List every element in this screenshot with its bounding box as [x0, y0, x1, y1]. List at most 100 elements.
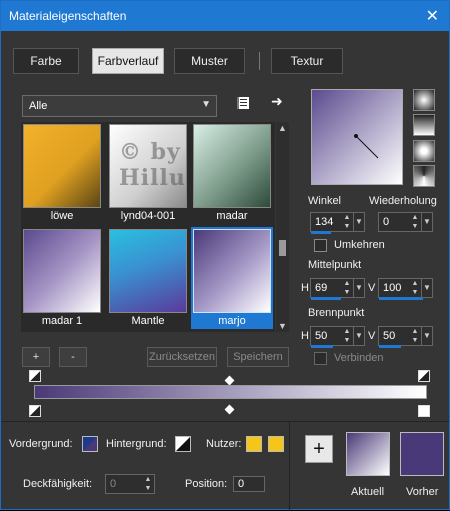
scrollbar-thumb[interactable]: [279, 240, 286, 256]
background-label: Hintergrund:: [106, 438, 167, 450]
end-color-stop[interactable]: [418, 405, 430, 417]
spin-arrows-icon[interactable]: ▲ ▼: [409, 327, 421, 345]
current-label: Aktuell: [351, 486, 385, 498]
chevron-down-icon[interactable]: ▼: [353, 212, 365, 232]
tab-bar: Farbe Farbverlauf Muster Textur: [13, 48, 439, 74]
start-color-stop[interactable]: [29, 405, 41, 417]
center-label: Mittelpunkt: [308, 259, 362, 271]
center-h-label: H: [301, 282, 309, 294]
tile-label: marjo: [218, 315, 246, 327]
radial-style-button[interactable]: [413, 140, 435, 162]
spin-arrows-icon[interactable]: ▲ ▼: [341, 279, 353, 297]
end-color-stop-top[interactable]: [418, 370, 430, 382]
chevron-down-icon[interactable]: ▼: [421, 278, 433, 298]
linear-style-button[interactable]: [413, 89, 435, 111]
gradient-tile-marjo[interactable]: marjo: [191, 227, 273, 329]
tile-swatch: [193, 124, 271, 208]
center-h-input[interactable]: 69 ▲ ▼: [310, 278, 354, 300]
start-color-stop-top[interactable]: [29, 370, 41, 382]
focal-v-value: 50: [383, 330, 396, 342]
current-swatch: [346, 432, 390, 476]
previous-swatch[interactable]: [400, 432, 444, 476]
chevron-down-icon[interactable]: ▼: [421, 212, 433, 232]
gradient-tile-loewe[interactable]: löwe: [21, 122, 103, 224]
reset-button[interactable]: Zurücksetzen: [147, 347, 217, 367]
gradient-editor-bar[interactable]: [34, 385, 427, 399]
user-label: Nutzer:: [206, 438, 242, 450]
window-title: Materialeigenschaften: [9, 9, 127, 23]
category-value: Alle: [29, 100, 48, 112]
tab-farbe[interactable]: Farbe: [13, 48, 79, 74]
previous-label: Vorher: [406, 486, 439, 498]
close-icon[interactable]: ✕: [426, 6, 439, 26]
center-h-value: 69: [315, 282, 328, 294]
focal-label: Brennpunkt: [308, 307, 365, 319]
position-value: 0: [238, 478, 245, 490]
chevron-up-icon[interactable]: ▲: [276, 122, 289, 134]
position-input[interactable]: 0: [233, 476, 265, 492]
rectangular-style-button[interactable]: [413, 114, 435, 136]
spin-arrows-icon[interactable]: ▲ ▼: [341, 327, 353, 345]
link-label: Verbinden: [334, 352, 384, 364]
gradient-preview[interactable]: [311, 89, 403, 185]
background-swatch[interactable]: [175, 436, 191, 452]
link-checkbox[interactable]: [314, 352, 327, 365]
chevron-down-icon[interactable]: ▼: [353, 278, 365, 298]
tile-swatch: [193, 229, 271, 313]
value-bar: [311, 231, 331, 234]
add-to-library-button[interactable]: +: [305, 435, 333, 463]
divider: [1, 421, 449, 422]
category-select[interactable]: Alle ▼: [22, 95, 217, 117]
tile-label: madar: [216, 210, 248, 222]
tile-swatch: [23, 229, 101, 313]
add-gradient-button[interactable]: +: [22, 347, 50, 367]
foreground-swatch[interactable]: [82, 436, 98, 452]
angle-input[interactable]: 134 ▲ ▼: [310, 212, 354, 234]
tile-swatch: [23, 124, 101, 208]
midpoint-diamond[interactable]: [224, 404, 235, 415]
tab-muster[interactable]: Muster: [174, 48, 245, 74]
midpoint-diamond[interactable]: [224, 375, 235, 386]
opacity-value: 0: [110, 478, 117, 490]
materials-dialog: Materialeigenschaften ✕ Farbe Farbverlau…: [0, 0, 450, 511]
gradient-tile-madar-1[interactable]: madar 1: [21, 227, 103, 329]
tile-label: madar 1: [41, 315, 83, 327]
book-icon[interactable]: [235, 95, 251, 114]
remove-gradient-button[interactable]: -: [59, 347, 87, 367]
center-v-value: 100: [383, 282, 402, 294]
sunburst-style-button[interactable]: [413, 165, 435, 187]
repeat-input[interactable]: 0 ▲ ▼: [378, 212, 422, 232]
watermark-line: Hillu: [119, 165, 186, 191]
chevron-down-icon[interactable]: ▼: [353, 326, 365, 346]
spin-arrows-icon[interactable]: ▲ ▼: [341, 213, 353, 231]
position-label: Position:: [185, 478, 228, 490]
opacity-input[interactable]: 0 ▲ ▼: [105, 474, 155, 494]
spin-arrows-icon[interactable]: ▲ ▼: [409, 213, 421, 231]
library-scrollbar[interactable]: ▲ ▼: [276, 122, 289, 332]
spin-arrows-icon[interactable]: ▲ ▼: [142, 475, 154, 493]
focal-h-value: 50: [315, 330, 328, 342]
invert-checkbox[interactable]: [314, 239, 327, 252]
center-v-input[interactable]: 100 ▲ ▼: [378, 278, 423, 300]
user-swatch-2[interactable]: [268, 436, 284, 452]
center-v-label: V: [368, 282, 376, 294]
tab-farbverlauf[interactable]: Farbverlauf: [92, 48, 164, 74]
gradient-tile-mantle[interactable]: Mantle: [107, 227, 189, 329]
save-button[interactable]: Speichern: [227, 347, 289, 367]
focal-v-label: V: [368, 330, 376, 342]
watermark: © by Hillu: [119, 139, 186, 191]
chevron-down-icon[interactable]: ▼: [276, 320, 289, 332]
spin-arrows-icon[interactable]: ▲ ▼: [409, 279, 421, 297]
invert-label: Umkehren: [334, 239, 385, 251]
angle-value: 134: [315, 216, 334, 228]
user-swatch-1[interactable]: [246, 436, 262, 452]
tab-textur[interactable]: Textur: [271, 48, 343, 74]
gradient-tile-madar[interactable]: madar: [191, 122, 273, 224]
foreground-label: Vordergrund:: [9, 438, 73, 450]
watermark-line: © by: [119, 139, 181, 165]
arrow-right-icon[interactable]: ➜: [271, 93, 283, 110]
focal-v-input[interactable]: 50 ▲ ▼: [378, 326, 422, 348]
focal-h-label: H: [301, 330, 309, 342]
focal-h-input[interactable]: 50 ▲ ▼: [310, 326, 354, 348]
chevron-down-icon[interactable]: ▼: [421, 326, 433, 346]
